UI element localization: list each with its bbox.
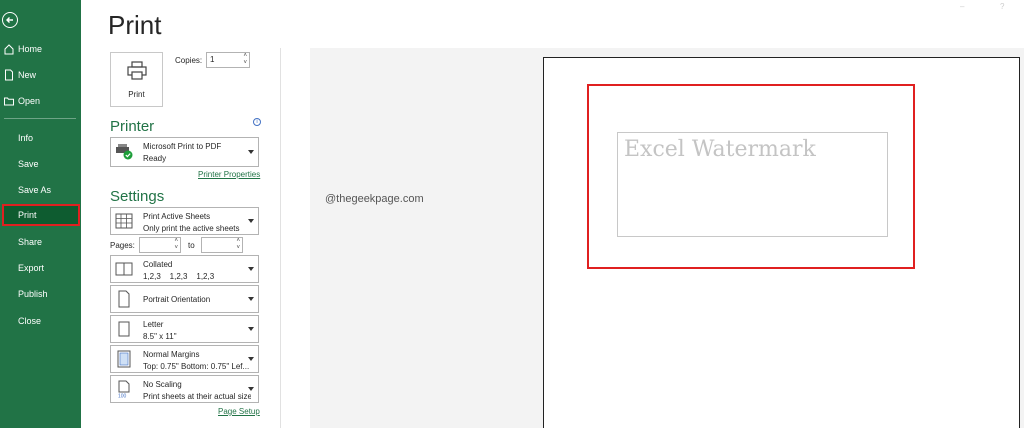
folder-icon <box>4 97 14 106</box>
spinner-arrows-icon[interactable]: ˄ ˅ <box>243 53 247 67</box>
sidebar-item-publish[interactable]: Publish <box>0 283 81 305</box>
sidebar-item-share[interactable]: Share <box>0 231 81 253</box>
sidebar-item-label: Export <box>18 263 45 273</box>
settings-section-title: Settings <box>110 188 165 205</box>
chevron-down-icon <box>248 327 254 331</box>
sidebar-item-save-as[interactable]: Save As <box>0 179 81 201</box>
margins-title: Normal Margins <box>143 350 200 359</box>
printer-properties-link[interactable]: Printer Properties <box>198 170 260 179</box>
chevron-down-icon <box>248 267 254 271</box>
orientation-title: Portrait Orientation <box>143 295 211 304</box>
sidebar-item-close[interactable]: Close <box>0 310 81 332</box>
print-scope-sub: Only print the active sheets <box>143 224 240 233</box>
sidebar-item-label: Save As <box>18 185 52 195</box>
sidebar-item-label: Home <box>18 44 43 54</box>
backstage-sidebar: Home New Open Info Save Save As Print Sh… <box>0 0 81 428</box>
pages-from-input[interactable]: ˄ ˅ <box>139 237 181 253</box>
copies-label: Copies: <box>175 56 203 65</box>
printer-status: Ready <box>143 154 167 163</box>
site-watermark: @thegeekpage.com <box>325 193 424 205</box>
help-icon[interactable]: ? <box>1000 2 1008 11</box>
page-setup-link[interactable]: Page Setup <box>218 407 260 416</box>
collation-sub: 1,2,3 1,2,3 1,2,3 <box>143 272 215 281</box>
collated-icon <box>115 262 133 276</box>
no-scaling-icon: 100 <box>118 380 130 399</box>
margins-icon <box>117 350 131 368</box>
copies-value: 1 <box>210 55 215 64</box>
scaling-title: No Scaling <box>143 380 182 389</box>
margins-dropdown[interactable]: Normal Margins Top: 0.75" Bottom: 0.75" … <box>110 345 259 373</box>
watermark-text: Excel Watermark <box>624 137 816 162</box>
collation-title: Collated <box>143 260 173 269</box>
to-label: to <box>188 241 195 250</box>
collation-dropdown[interactable]: Collated 1,2,3 1,2,3 1,2,3 <box>110 255 259 283</box>
paper-size-dropdown[interactable]: Letter 8.5" x 11" <box>110 315 259 343</box>
printer-icon <box>126 61 147 80</box>
watermark-box: Excel Watermark <box>617 132 888 237</box>
info-icon[interactable]: i <box>253 118 261 126</box>
spinner-arrows-icon[interactable]: ˄ ˅ <box>236 238 240 252</box>
chevron-down-icon <box>248 357 254 361</box>
sidebar-item-info[interactable]: Info <box>0 127 81 149</box>
sidebar-item-label: Close <box>18 316 42 326</box>
sidebar-item-label: Open <box>18 96 41 106</box>
portrait-page-icon <box>118 290 130 308</box>
orientation-dropdown[interactable]: Portrait Orientation <box>110 285 259 313</box>
chevron-down-icon <box>248 150 254 154</box>
sidebar-item-print[interactable]: Print <box>2 204 80 226</box>
minimize-icon[interactable]: – <box>960 2 968 11</box>
sidebar-item-save[interactable]: Save <box>0 153 81 175</box>
new-doc-icon <box>5 69 13 81</box>
panel-divider <box>280 48 281 428</box>
pages-label: Pages: <box>110 241 135 250</box>
chevron-down-icon <box>248 219 254 223</box>
margins-sub: Top: 0.75" Bottom: 0.75" Lef... <box>143 362 250 371</box>
print-button[interactable]: Print <box>110 52 163 107</box>
printer-dropdown[interactable]: Microsoft Print to PDF Ready <box>110 137 259 167</box>
svg-text:100: 100 <box>118 394 127 399</box>
sidebar-item-label: Info <box>18 133 34 143</box>
sheet-grid-icon <box>115 213 133 229</box>
scaling-dropdown[interactable]: 100 No Scaling Print sheets at their act… <box>110 375 259 403</box>
paper-icon <box>118 321 130 337</box>
sidebar-divider <box>4 118 76 119</box>
sidebar-item-label: Save <box>18 159 39 169</box>
chevron-down-icon <box>248 297 254 301</box>
print-scope-dropdown[interactable]: Print Active Sheets Only print the activ… <box>110 207 259 235</box>
back-arrow-icon[interactable] <box>2 12 18 28</box>
printer-name: Microsoft Print to PDF <box>143 142 222 151</box>
spinner-arrows-icon[interactable]: ˄ ˅ <box>174 238 178 252</box>
pages-to-input[interactable]: ˄ ˅ <box>201 237 243 253</box>
sidebar-item-export[interactable]: Export <box>0 257 81 279</box>
page-title: Print <box>108 10 162 40</box>
home-icon <box>4 44 14 55</box>
sidebar-item-open[interactable]: Open <box>0 90 81 112</box>
copies-stepper[interactable]: 1 ˄ ˅ <box>206 52 250 68</box>
sidebar-item-label: Publish <box>18 289 48 299</box>
chevron-down-icon <box>248 387 254 391</box>
print-button-label: Print <box>128 90 145 99</box>
paper-size-title: Letter <box>143 320 164 329</box>
paper-size-sub: 8.5" x 11" <box>143 332 177 341</box>
print-scope-title: Print Active Sheets <box>143 212 211 221</box>
sidebar-item-new[interactable]: New <box>0 64 81 86</box>
printer-ready-icon <box>116 144 133 160</box>
sidebar-item-home[interactable]: Home <box>0 38 81 60</box>
sidebar-item-label: Share <box>18 237 43 247</box>
sidebar-item-label: Print <box>18 210 37 220</box>
printer-section-title: Printer <box>110 118 155 135</box>
sidebar-item-label: New <box>18 70 37 80</box>
scaling-sub: Print sheets at their actual size <box>143 392 251 401</box>
